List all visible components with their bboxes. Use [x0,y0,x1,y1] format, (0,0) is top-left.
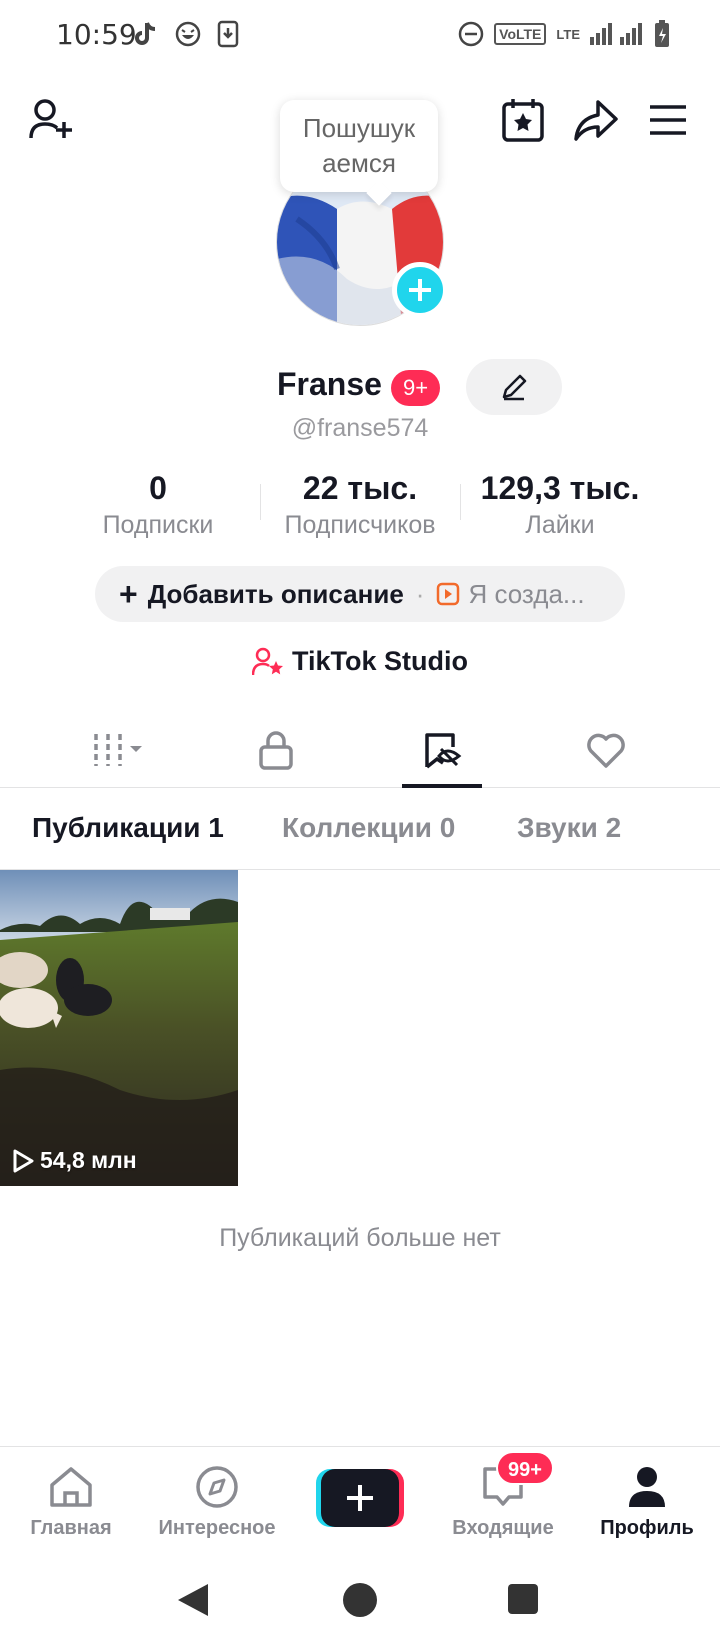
tooltip-line-2: аемся [322,148,396,178]
grid-filter-icon [94,734,142,766]
home-icon [50,1467,92,1507]
play-icon [13,1149,34,1172]
stat-value: 129,3 тыс. [480,470,640,506]
status-bar: 10:59 VoLTE LTE [0,0,720,72]
tiktok-notification-icon [135,22,156,45]
tooltip-line-1: Пошушук [302,113,416,143]
system-recents-button[interactable] [506,1582,540,1621]
nav-label: Интересное [158,1517,276,1539]
content-subtabs: Публикации 1 Коллекции 0 Звуки 2 [0,790,720,870]
tab-videos-grid[interactable] [30,712,210,788]
status-system-icons: VoLTE LTE [458,20,670,48]
nav-home[interactable]: Главная [0,1461,146,1540]
plus-icon [409,279,431,301]
bookmark-eye-slash-icon [425,733,462,769]
volte-indicator: VoLTE [494,23,547,45]
subtab-sounds[interactable]: Звуки 2 [517,812,621,844]
nav-profile[interactable]: Профиль [572,1461,720,1540]
profile-icon [629,1467,665,1507]
menu-button[interactable] [646,98,690,142]
name-row: Franse 9+ [0,356,720,416]
nav-label: Главная [30,1517,112,1539]
pencil-icon [502,374,527,401]
video-thumbnail[interactable]: 54,8 млн [0,870,238,1186]
create-button[interactable] [316,1469,404,1527]
download-app-icon [217,20,239,48]
nav-discover[interactable]: Интересное [142,1461,292,1540]
system-home-button[interactable] [342,1582,378,1623]
add-description-label: Добавить описание [147,578,404,609]
avatar-tooltip: Пошушук аемся [280,100,438,192]
share-button[interactable] [572,96,620,144]
username: @franse574 [291,414,429,442]
separator-dot: · [415,578,425,609]
tab-active-indicator [402,784,482,788]
add-friend-button[interactable] [28,96,76,144]
status-notification-icons [132,20,240,48]
no-more-publications: Публикаций больше нет [219,1224,501,1252]
creator-star-icon [251,647,283,675]
stat-label: Подписки [102,511,214,539]
add-description-button[interactable]: + Добавить описание · Я созда... [95,566,625,622]
system-back-button[interactable] [176,1582,210,1623]
calendar-button[interactable] [500,96,546,144]
lock-icon [259,731,293,770]
stat-value: 22 тыс. [302,470,418,506]
stat-label: Лайки [525,511,595,539]
back-triangle-icon [178,1584,208,1616]
signal-icon [590,23,642,45]
calendar-star-icon [502,99,544,142]
battery-icon [655,20,669,47]
stat-following[interactable]: 0 Подписки [58,468,258,542]
laughing-emoji-icon [175,21,201,47]
recents-square-icon [508,1584,538,1614]
display-name: Franse [277,366,382,402]
status-time: 10:59 [56,18,137,51]
bottom-navigation: Главная Интересное Входящие 99+ Профиль [0,1446,720,1562]
hamburger-menu-icon [650,105,686,135]
lte-indicator: LTE [556,26,580,42]
tab-reposts[interactable] [352,712,532,788]
stat-label: Подписчиков [284,511,436,539]
heart-icon [587,733,625,768]
notification-badge[interactable]: 9+ [391,370,441,406]
nav-label: Входящие [452,1517,554,1539]
tab-liked[interactable] [516,712,696,788]
creator-video-icon [437,582,460,606]
tiktok-studio-link[interactable]: TikTok Studio [0,646,720,677]
add-person-icon [29,99,72,139]
inbox-badge: 99+ [496,1451,554,1485]
do-not-disturb-icon [458,21,484,47]
subtab-publications[interactable]: Публикации 1 [32,812,224,844]
add-story-button[interactable] [392,262,448,318]
subtab-collections[interactable]: Коллекции 0 [282,812,455,844]
share-arrow-icon [574,100,618,141]
compass-icon [196,1466,238,1508]
stat-likes[interactable]: 129,3 тыс. Лайки [460,468,660,542]
tiktok-studio-label: TikTok Studio [291,646,468,676]
stat-value: 0 [149,470,167,506]
nav-label: Профиль [600,1517,694,1539]
plus-icon: + [119,575,138,612]
create-plus-icon [316,1469,404,1527]
edit-profile-button[interactable] [466,359,562,415]
stat-followers[interactable]: 22 тыс. Подписчиков [260,468,460,542]
video-views: 54,8 млн [12,1147,137,1174]
video-thumbnail-image [0,870,238,1186]
tab-private[interactable] [186,712,366,788]
views-count: 54,8 млн [40,1147,137,1173]
home-circle-icon [343,1583,377,1617]
creator-text: Я созда... [468,578,585,609]
profile-tabs [0,712,720,788]
system-navigation-bar [0,1562,720,1640]
